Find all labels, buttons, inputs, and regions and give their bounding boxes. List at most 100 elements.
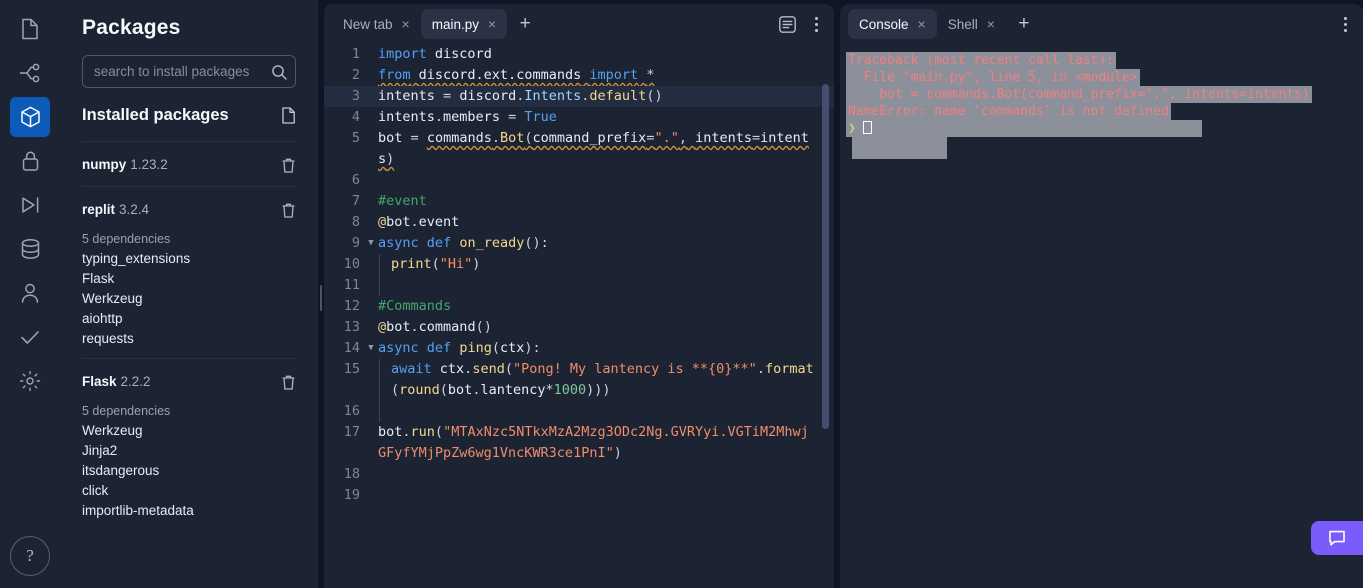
check-icon[interactable] — [10, 317, 50, 357]
fold-marker[interactable]: ▼ — [364, 338, 378, 359]
tab-console[interactable]: Console × — [848, 9, 937, 39]
code-line[interactable]: 10 print("Hi") — [324, 254, 834, 275]
package-item[interactable]: replit 3.2.4 5 dependencies typing_extens… — [82, 186, 296, 358]
tab-main-py[interactable]: main.py × — [420, 9, 508, 39]
fold-marker[interactable]: ▼ — [364, 233, 378, 254]
code-line[interactable]: 12 #Commands — [324, 296, 834, 317]
installed-packages-label: Installed packages — [82, 106, 229, 124]
code-line[interactable]: 17 bot.run("MTAxNzc5NTkxMzA2Mzg3ODc2Ng.G… — [324, 422, 834, 464]
package-name-version: numpy 1.23.2 — [82, 156, 168, 174]
fold-marker[interactable] — [364, 296, 378, 317]
search-input[interactable] — [94, 64, 271, 79]
dependency-item: Jinja2 — [82, 443, 118, 458]
fold-marker[interactable] — [364, 422, 378, 464]
trash-icon[interactable] — [281, 374, 296, 391]
dependency-item: typing_extensions — [82, 251, 191, 266]
file-icon[interactable] — [281, 107, 296, 124]
fold-marker[interactable] — [364, 128, 378, 170]
help-icon[interactable]: ? — [10, 536, 50, 576]
package-item[interactable]: numpy 1.23.2 — [82, 141, 296, 186]
fold-marker[interactable] — [364, 44, 378, 65]
new-console-tab-button[interactable]: + — [1010, 10, 1038, 38]
package-item[interactable]: Flask 2.2.2 5 dependencies Werkzeug Jinja… — [82, 358, 296, 530]
console-output[interactable]: Traceback (most recent call last): File … — [840, 44, 1363, 588]
line-number: 8 — [351, 214, 360, 230]
fold-marker[interactable] — [364, 485, 378, 506]
fold-marker[interactable] — [364, 107, 378, 128]
new-tab-button[interactable]: + — [511, 10, 539, 38]
close-icon[interactable]: × — [918, 17, 926, 31]
tab-shell[interactable]: Shell × — [937, 9, 1006, 39]
code-text: #event — [378, 193, 427, 209]
tab-new-tab[interactable]: New tab × — [332, 9, 421, 39]
fold-marker[interactable] — [364, 170, 378, 191]
code-text: bot.run("MTAxNzc5NTkxMzA2Mzg3ODc2Ng.GVRY… — [378, 424, 809, 461]
console-tabbar: Console × Shell × + — [840, 4, 1363, 44]
fold-marker[interactable] — [364, 401, 378, 422]
fold-marker[interactable] — [364, 65, 378, 86]
debugger-icon[interactable] — [10, 185, 50, 225]
user-icon[interactable] — [10, 273, 50, 313]
package-name: replit — [82, 202, 116, 217]
splitter-grip[interactable] — [320, 285, 322, 311]
code-line[interactable]: 15 await ctx.send("Pong! My lantency is … — [324, 359, 834, 401]
dependency-item: click — [82, 483, 109, 498]
code-line[interactable]: 4 intents.members = True — [324, 107, 834, 128]
code-text: @bot.event — [378, 214, 460, 230]
editor-scrollbar-thumb[interactable] — [822, 84, 829, 429]
close-icon[interactable]: × — [987, 17, 995, 31]
chat-bubble-icon[interactable] — [1311, 521, 1363, 555]
close-icon[interactable]: × — [402, 17, 410, 31]
fold-marker[interactable] — [364, 254, 378, 275]
code-line[interactable]: 9 ▼ async def on_ready(): — [324, 233, 834, 254]
format-document-icon[interactable] — [778, 15, 797, 34]
console-line: File "main.py", line 5, in <module> — [846, 69, 1363, 86]
fold-marker[interactable] — [364, 359, 378, 401]
code-line[interactable]: 13 @bot.command() — [324, 317, 834, 338]
code-text: @bot.command() — [378, 319, 492, 335]
editor-menu-icon[interactable] — [809, 13, 824, 36]
fold-marker[interactable] — [364, 86, 378, 107]
search-packages-field[interactable] — [82, 55, 296, 88]
code-line-active[interactable]: 3 intents = discord.Intents.default() — [324, 86, 834, 107]
code-editor[interactable]: 1 import discord 2 from discord.ext.comm… — [324, 44, 834, 588]
code-line[interactable]: 11 — [324, 275, 834, 296]
code-line[interactable]: 14 ▼ async def ping(ctx): — [324, 338, 834, 359]
console-prompt-row[interactable]: ❯ — [846, 120, 1202, 137]
code-line[interactable]: 18 — [324, 464, 834, 485]
console-line-text: File "main.py", line 5, in <module> — [846, 69, 1140, 86]
git-branch-icon[interactable] — [10, 53, 50, 93]
files-icon[interactable] — [10, 9, 50, 49]
line-number: 12 — [343, 298, 360, 314]
fold-marker[interactable] — [364, 275, 378, 296]
code-line[interactable]: 6 — [324, 170, 834, 191]
fold-marker[interactable] — [364, 191, 378, 212]
trash-icon[interactable] — [281, 202, 296, 219]
code-line[interactable]: 19 — [324, 485, 834, 506]
database-icon[interactable] — [10, 229, 50, 269]
console-menu-icon[interactable] — [1338, 13, 1353, 36]
code-line[interactable]: 5 bot = commands.Bot(command_prefix=".",… — [324, 128, 834, 170]
code-line[interactable]: 2 from discord.ext.commands import * — [324, 65, 834, 86]
line-number: 9 — [351, 235, 360, 251]
close-icon[interactable]: × — [488, 17, 496, 31]
line-number: 5 — [351, 130, 360, 146]
page-title: Packages — [82, 16, 181, 39]
code-text: await ctx.send("Pong! My lantency is **{… — [379, 359, 834, 401]
gear-icon[interactable] — [10, 361, 50, 401]
packages-icon[interactable] — [10, 97, 50, 137]
code-line[interactable]: 8 @bot.event — [324, 212, 834, 233]
console-line-text: Traceback (most recent call last): — [846, 52, 1117, 69]
lock-icon[interactable] — [10, 141, 50, 181]
code-line[interactable]: 1 import discord — [324, 44, 834, 65]
line-number: 2 — [351, 67, 360, 83]
trash-icon[interactable] — [281, 157, 296, 174]
fold-marker[interactable] — [364, 317, 378, 338]
fold-marker[interactable] — [364, 212, 378, 233]
fold-marker[interactable] — [364, 464, 378, 485]
editor-scrollbar[interactable] — [822, 84, 829, 588]
code-line[interactable]: 16 — [324, 401, 834, 422]
code-line[interactable]: 7 #event — [324, 191, 834, 212]
line-number: 14 — [343, 340, 360, 356]
